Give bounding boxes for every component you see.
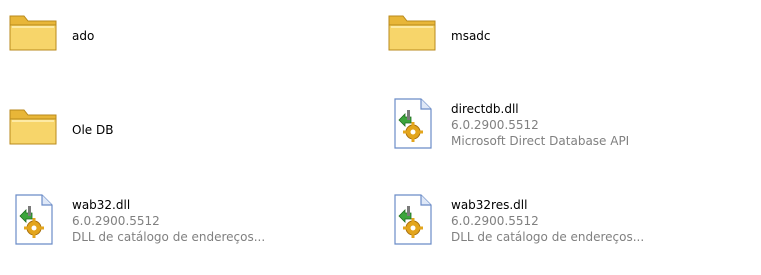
item-name: ado <box>72 29 95 43</box>
folder-icon <box>385 8 441 64</box>
item-text: wab32.dll 6.0.2900.5512 DLL de catálogo … <box>72 197 265 245</box>
file-item-wab32res-dll[interactable]: wab32res.dll 6.0.2900.5512 DLL de catálo… <box>385 190 755 270</box>
item-description: Microsoft Direct Database API <box>451 134 630 148</box>
item-text: wab32res.dll 6.0.2900.5512 DLL de catálo… <box>451 197 644 245</box>
folder-item-ado[interactable]: ado <box>6 0 376 80</box>
item-name: wab32res.dll <box>451 198 528 212</box>
item-version: 6.0.2900.5512 <box>451 214 539 228</box>
item-version: 6.0.2900.5512 <box>451 118 539 132</box>
folder-icon <box>6 102 62 158</box>
item-name: directdb.dll <box>451 102 519 116</box>
dll-file-icon <box>385 192 441 248</box>
dll-file-icon <box>6 192 62 248</box>
file-item-wab32-dll[interactable]: wab32.dll 6.0.2900.5512 DLL de catálogo … <box>6 190 376 270</box>
item-description: DLL de catálogo de endereços... <box>451 230 645 244</box>
item-version: 6.0.2900.5512 <box>72 214 160 228</box>
item-text: ado <box>72 28 94 44</box>
item-text: msadc <box>451 28 491 44</box>
folder-icon <box>6 8 62 64</box>
item-name: wab32.dll <box>72 198 131 212</box>
file-list-view: ado msadc Ole DB directdb.dll 6.0.2900.5… <box>0 0 761 275</box>
item-text: Ole DB <box>72 122 113 138</box>
file-item-directdb-dll[interactable]: directdb.dll 6.0.2900.5512 Microsoft Dir… <box>385 94 755 174</box>
dll-file-icon <box>385 96 441 152</box>
item-name: Ole DB <box>72 123 114 137</box>
folder-item-ole-db[interactable]: Ole DB <box>6 94 376 174</box>
item-text: directdb.dll 6.0.2900.5512 Microsoft Dir… <box>451 101 629 149</box>
item-description: DLL de catálogo de endereços... <box>72 230 266 244</box>
folder-item-msadc[interactable]: msadc <box>385 0 755 80</box>
item-name: msadc <box>451 29 491 43</box>
